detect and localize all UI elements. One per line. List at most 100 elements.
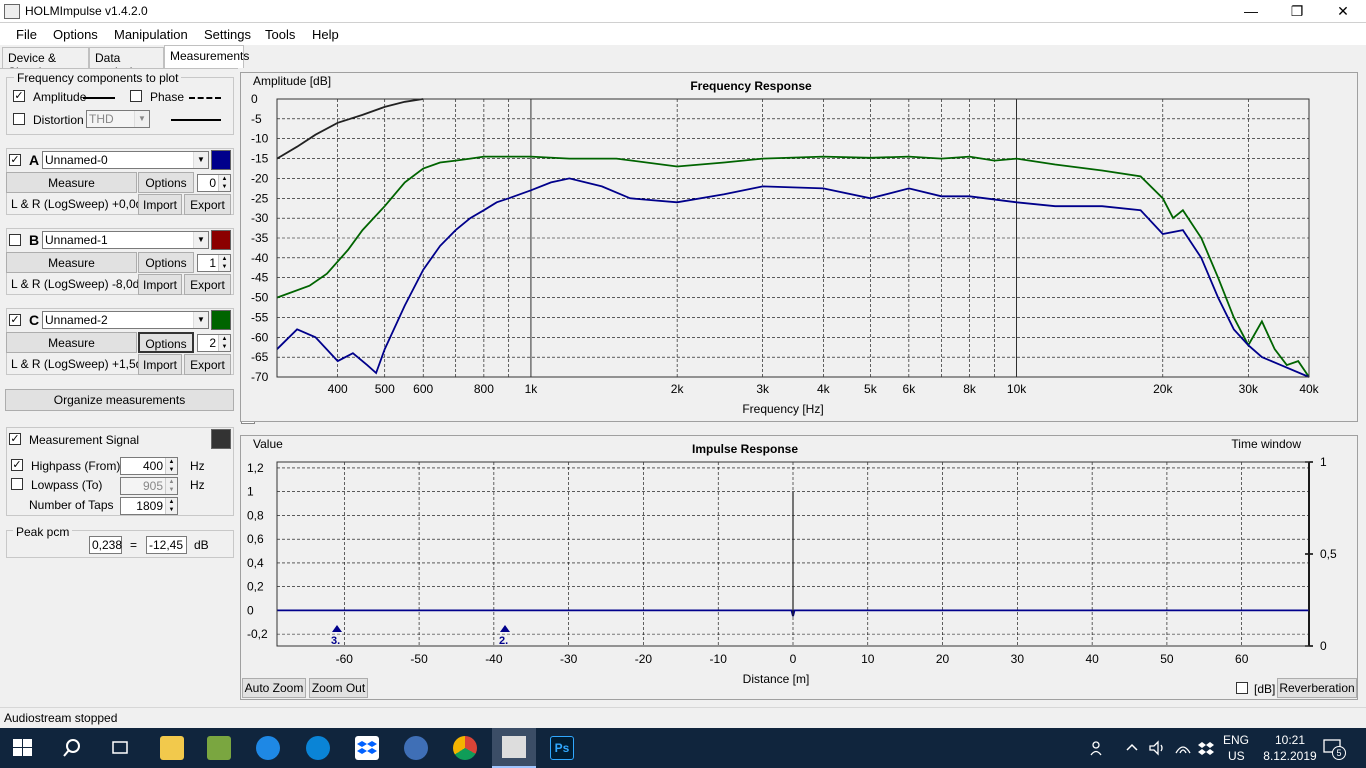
impulse-response-panel: Impulse Response Value Time window Dista… (240, 435, 1358, 700)
measurement-c-checkbox[interactable]: ✓ (9, 314, 21, 326)
highpass-unit: Hz (190, 459, 205, 473)
measurement-signal-color-swatch[interactable] (211, 429, 231, 449)
dropbox-tray-icon[interactable] (1197, 739, 1215, 757)
chrome-icon[interactable] (453, 736, 477, 760)
frequency-xtick-label: 4k (817, 382, 831, 396)
frequency-xtick-label: 8k (963, 382, 977, 396)
volume-icon[interactable] (1148, 739, 1166, 757)
measurement-c-options-button[interactable]: Options (138, 332, 194, 353)
measurement-b-letter: B (29, 232, 40, 248)
photoshop-icon[interactable]: Ps (550, 736, 574, 760)
clock-date[interactable]: 8.12.2019 (1256, 749, 1324, 763)
measurement-a-name-select[interactable]: Unnamed-0 ▼ (42, 151, 209, 169)
measurement-a-index-spinner[interactable]: 0 ▲ ▼ (197, 174, 231, 192)
measurement-c-name-select[interactable]: Unnamed-2 ▼ (42, 311, 209, 329)
frequency-ytick-label: -65 (251, 350, 269, 364)
highpass-spinner[interactable]: 400 ▲ ▼ (120, 457, 178, 475)
organize-measurements-button[interactable]: Organize measurements (5, 389, 234, 411)
lowpass-spinner[interactable]: 905 ▲ ▼ (120, 477, 178, 495)
chrome-blue-icon[interactable] (404, 736, 428, 760)
input-language[interactable]: ENG (1223, 733, 1249, 747)
phase-checkbox[interactable] (130, 90, 142, 102)
measurement-c-index-spinner[interactable]: 2 ▲ ▼ (197, 334, 231, 352)
spinner-arrows-icon[interactable]: ▲ ▼ (218, 255, 230, 271)
distortion-select[interactable]: THD ▼ (86, 110, 150, 128)
measurement-a-checkbox[interactable]: ✓ (9, 154, 21, 166)
tab-data-analysis[interactable]: Data analysis (89, 47, 164, 79)
measurement-b-index-spinner[interactable]: 1 ▲ ▼ (197, 254, 231, 272)
menu-help[interactable]: Help (312, 27, 339, 42)
frequency-xtick-label: 5k (864, 382, 878, 396)
amplitude-checkbox[interactable]: ✓ (13, 90, 25, 102)
wifi-icon[interactable] (1174, 739, 1192, 757)
internet-explorer-icon[interactable] (256, 736, 280, 760)
restore-icon[interactable]: ❐ (1274, 0, 1320, 23)
measurement-b-checkbox[interactable] (9, 234, 21, 246)
menu-settings[interactable]: Settings (204, 27, 251, 42)
reverberation-button[interactable]: Reverberation (1277, 678, 1357, 698)
freq-components-legend: Frequency components to plot (14, 71, 182, 85)
auto-zoom-button[interactable]: Auto Zoom (242, 678, 306, 698)
measurement-b-export-button[interactable]: Export (184, 274, 231, 295)
spinner-arrows-icon[interactable]: ▲ ▼ (218, 335, 230, 351)
edge-icon[interactable] (306, 736, 330, 760)
marker-2[interactable]: 2. (499, 625, 510, 647)
windows-start-icon[interactable] (13, 739, 33, 757)
menu-manipulation[interactable]: Manipulation (114, 27, 188, 42)
menu-options[interactable]: Options (53, 27, 98, 42)
file-explorer-icon[interactable] (160, 736, 184, 760)
spinner-arrows-icon[interactable]: ▲ ▼ (218, 175, 230, 191)
notification-icon[interactable]: 5 (1322, 737, 1346, 760)
measurement-a-color-swatch[interactable] (211, 150, 231, 170)
taskbar: Ps ENG US 10:21 8.12.2019 5 (0, 728, 1366, 768)
lowpass-checkbox[interactable] (11, 478, 23, 490)
people-icon[interactable] (1089, 739, 1107, 757)
menu-file[interactable]: File (16, 27, 37, 42)
distortion-checkbox[interactable] (13, 113, 25, 125)
input-layout[interactable]: US (1228, 749, 1245, 763)
spinner-arrows-icon[interactable]: ▲ ▼ (165, 478, 177, 494)
menu-tools[interactable]: Tools (265, 27, 295, 42)
measurement-b-color-swatch[interactable] (211, 230, 231, 250)
spinner-arrows-icon[interactable]: ▲ ▼ (165, 458, 177, 474)
app-icon-green[interactable] (207, 736, 231, 760)
measurement-signal-checkbox[interactable]: ✓ (9, 433, 21, 445)
measurement-b-import-button[interactable]: Import (138, 274, 182, 295)
task-view-icon[interactable] (110, 738, 130, 758)
impulse-response-chart[interactable]: Impulse Response Value Time window Dista… (241, 436, 1359, 701)
frequency-response-chart[interactable]: Frequency Response Amplitude [dB] Freque… (241, 73, 1359, 423)
measurement-a-options-button[interactable]: Options (138, 172, 194, 193)
measurement-c-color-swatch[interactable] (211, 310, 231, 330)
holmimpulse-task-icon[interactable] (492, 728, 536, 768)
search-icon[interactable] (62, 738, 82, 758)
taps-spinner[interactable]: 1809 ▲ ▼ (120, 497, 178, 515)
status-bar: Audiostream stopped (0, 707, 1366, 728)
measurement-c-measure-button[interactable]: Measure (6, 332, 137, 353)
close-icon[interactable]: ✕ (1320, 0, 1366, 23)
measurement-a-export-button[interactable]: Export (184, 194, 231, 215)
measurement-b-name-select[interactable]: Unnamed-1 ▼ (42, 231, 209, 249)
highpass-checkbox[interactable]: ✓ (11, 459, 23, 471)
clock-time[interactable]: 10:21 (1270, 733, 1310, 747)
measurement-c-export-button[interactable]: Export (184, 354, 231, 375)
peak-db-field: -12,45 (146, 536, 187, 554)
impulse-xtick-label: 30 (1011, 652, 1025, 666)
impulse-chart-title: Impulse Response (692, 442, 798, 456)
measurement-c-import-button[interactable]: Import (138, 354, 182, 375)
impulse-y2tick-label: 1 (1320, 455, 1327, 469)
dropbox-icon[interactable] (355, 736, 379, 760)
tab-measurements[interactable]: Measurements (164, 45, 249, 68)
measurement-a-measure-button[interactable]: Measure (6, 172, 137, 193)
db-checkbox[interactable] (1236, 682, 1248, 694)
distortion-label: Distortion (33, 113, 84, 127)
chevron-up-icon[interactable] (1125, 740, 1139, 754)
spinner-arrows-icon[interactable]: ▲ ▼ (165, 498, 177, 514)
measurement-a-import-button[interactable]: Import (138, 194, 182, 215)
measurement-b-options-button[interactable]: Options (138, 252, 194, 273)
measurement-b-measure-button[interactable]: Measure (6, 252, 137, 273)
tab-device-signal[interactable]: Device & Signal (2, 47, 89, 79)
minimize-icon[interactable]: — (1228, 0, 1274, 23)
zoom-out-button[interactable]: Zoom Out (309, 678, 368, 698)
measurement-a-index: 0 (209, 176, 216, 190)
marker-3[interactable]: 3. (331, 625, 342, 647)
